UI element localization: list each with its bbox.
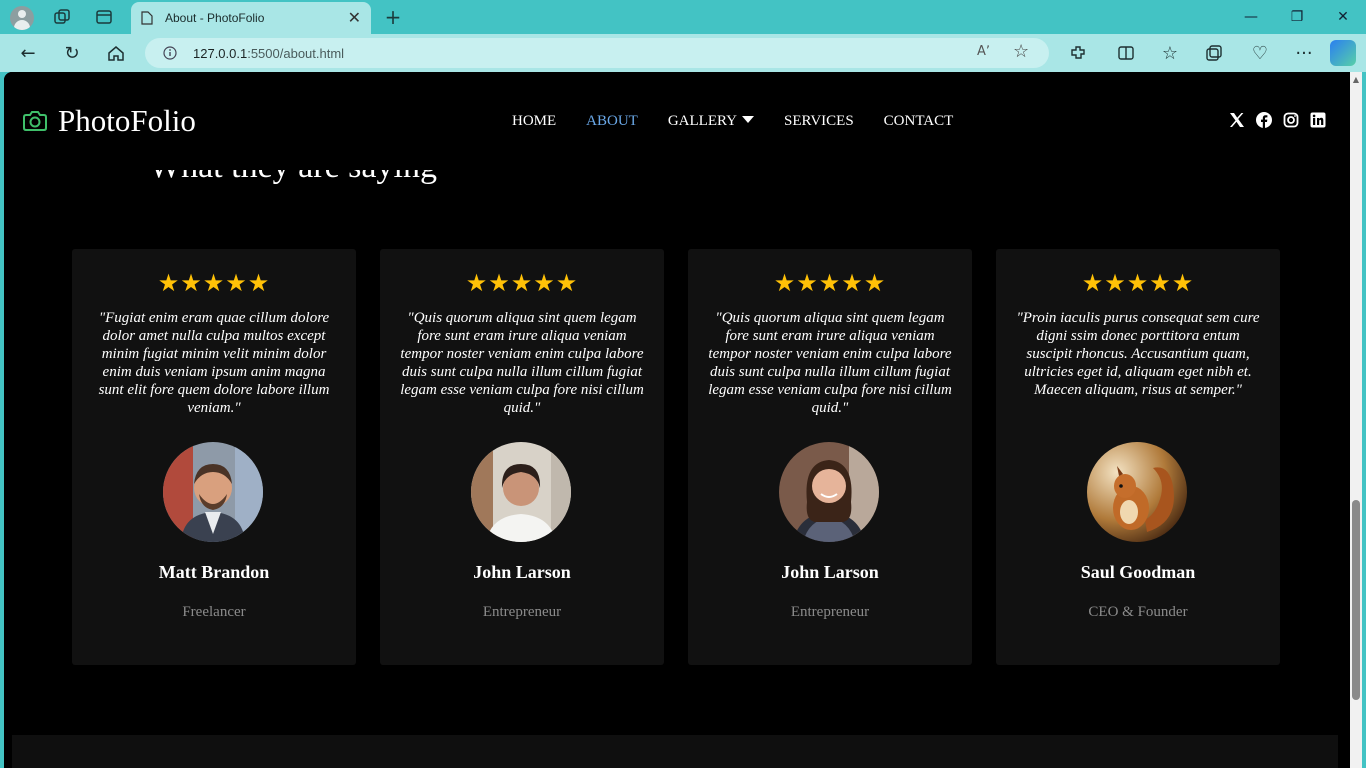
- testimonial-quote: "Quis quorum aliqua sint quem legam fore…: [708, 310, 952, 416]
- url-host: 127.0.0.1: [193, 45, 248, 61]
- browser-tab[interactable]: About - PhotoFolio ✕: [131, 2, 371, 34]
- rating-stars: ★★★★★: [157, 269, 271, 297]
- facebook-icon[interactable]: [1256, 112, 1272, 128]
- avatar: [471, 442, 571, 542]
- person-role: Entrepreneur: [482, 604, 562, 620]
- nav-contact[interactable]: CONTACT: [884, 113, 954, 130]
- scroll-up-icon[interactable]: ▲: [1352, 76, 1360, 84]
- home-icon[interactable]: [104, 42, 128, 64]
- extensions-icon[interactable]: [1066, 42, 1090, 64]
- favorites-icon[interactable]: ☆: [1158, 42, 1182, 64]
- rating-stars: ★★★★★: [465, 269, 579, 297]
- close-window-icon[interactable]: ✕: [1328, 6, 1358, 28]
- brand-logo[interactable]: PhotoFolio: [22, 103, 196, 139]
- tab-actions-icon[interactable]: [94, 7, 114, 27]
- caret-down-icon: [742, 116, 755, 123]
- browser-essentials-icon[interactable]: ♡: [1248, 42, 1272, 64]
- read-aloud-icon[interactable]: A͏ʼ: [977, 44, 990, 59]
- person-role: CEO & Founder: [1088, 604, 1188, 620]
- rating-stars: ★★★★★: [773, 269, 887, 297]
- social-links: [1229, 112, 1326, 128]
- page-icon: [141, 11, 153, 25]
- testimonial-card: ★★★★★ "Quis quorum aliqua sint quem lega…: [688, 249, 972, 665]
- camera-icon: [23, 111, 47, 131]
- testimonial-card: ★★★★★ "Quis quorum aliqua sint quem lega…: [380, 249, 664, 665]
- nav-gallery-label: GALLERY: [667, 113, 738, 129]
- footer: [12, 735, 1338, 768]
- profile-avatar-icon[interactable]: [10, 6, 34, 30]
- testimonial-quote: "Quis quorum aliqua sint quem legam fore…: [400, 310, 644, 416]
- person-role: Freelancer: [182, 604, 246, 620]
- copilot-icon[interactable]: [1330, 40, 1356, 66]
- testimonial-quote: "Fugiat enim eram quae cillum dolore dol…: [98, 310, 330, 416]
- nav-services[interactable]: SERVICES: [784, 113, 854, 130]
- x-icon[interactable]: [1229, 112, 1245, 128]
- avatar: [1087, 442, 1187, 542]
- favorite-star-icon[interactable]: ☆: [1013, 41, 1029, 62]
- testimonial-quote: "Proin iaculis purus consequat sem cure …: [1016, 310, 1260, 398]
- person-name: John Larson: [473, 562, 571, 582]
- more-options-icon[interactable]: ···: [1292, 42, 1316, 64]
- nav-home[interactable]: HOME: [512, 113, 556, 130]
- restore-icon[interactable]: ❐: [1282, 6, 1312, 28]
- rating-stars: ★★★★★: [1081, 269, 1195, 297]
- person-name: Matt Brandon: [158, 562, 270, 582]
- avatar: [779, 442, 879, 542]
- info-icon[interactable]: [163, 46, 177, 60]
- person-role: Entrepreneur: [790, 604, 870, 620]
- tab-title: About - PhotoFolio: [165, 11, 265, 25]
- collections-icon[interactable]: [1202, 42, 1226, 64]
- browser-tab-bar: About - PhotoFolio ✕ + — ❐ ✕: [0, 0, 1366, 34]
- scrollbar-thumb[interactable]: [1352, 500, 1360, 700]
- nav-about[interactable]: ABOUT: [586, 113, 638, 130]
- person-name: John Larson: [781, 562, 879, 582]
- workspaces-icon[interactable]: [52, 7, 72, 27]
- page-viewport: What they are saying ★★★★★ "Fugiat enim …: [4, 72, 1350, 768]
- linkedin-icon[interactable]: [1310, 112, 1326, 128]
- avatar: [163, 442, 263, 542]
- site-header: PhotoFolio HOME ABOUT GALLERY SERVICES C…: [4, 72, 1350, 170]
- url-input[interactable]: 127.0.0.1:5500/about.html A͏ʼ ☆: [145, 38, 1049, 68]
- brand-name: PhotoFolio: [58, 103, 196, 138]
- refresh-icon[interactable]: ↻: [60, 42, 84, 64]
- split-screen-icon[interactable]: [1114, 42, 1138, 64]
- url-path: :5500/about.html: [247, 45, 345, 61]
- instagram-icon[interactable]: [1283, 112, 1299, 128]
- back-icon[interactable]: ←: [16, 42, 40, 64]
- testimonial-card: ★★★★★ "Fugiat enim eram quae cillum dolo…: [72, 249, 356, 665]
- nav-gallery[interactable]: GALLERY: [667, 113, 755, 130]
- new-tab-icon[interactable]: +: [382, 5, 404, 29]
- person-name: Saul Goodman: [1080, 562, 1196, 582]
- testimonial-card: ★★★★★ "Proin iaculis purus consequat sem…: [996, 249, 1280, 665]
- browser-toolbar: ← ↻ 127.0.0.1:5500/about.html A͏ʼ ☆ ☆ ♡ …: [0, 34, 1366, 72]
- main-nav: HOME ABOUT GALLERY SERVICES CONTACT: [512, 113, 953, 130]
- close-tab-icon[interactable]: ✕: [348, 8, 361, 28]
- minimize-icon[interactable]: —: [1236, 6, 1266, 28]
